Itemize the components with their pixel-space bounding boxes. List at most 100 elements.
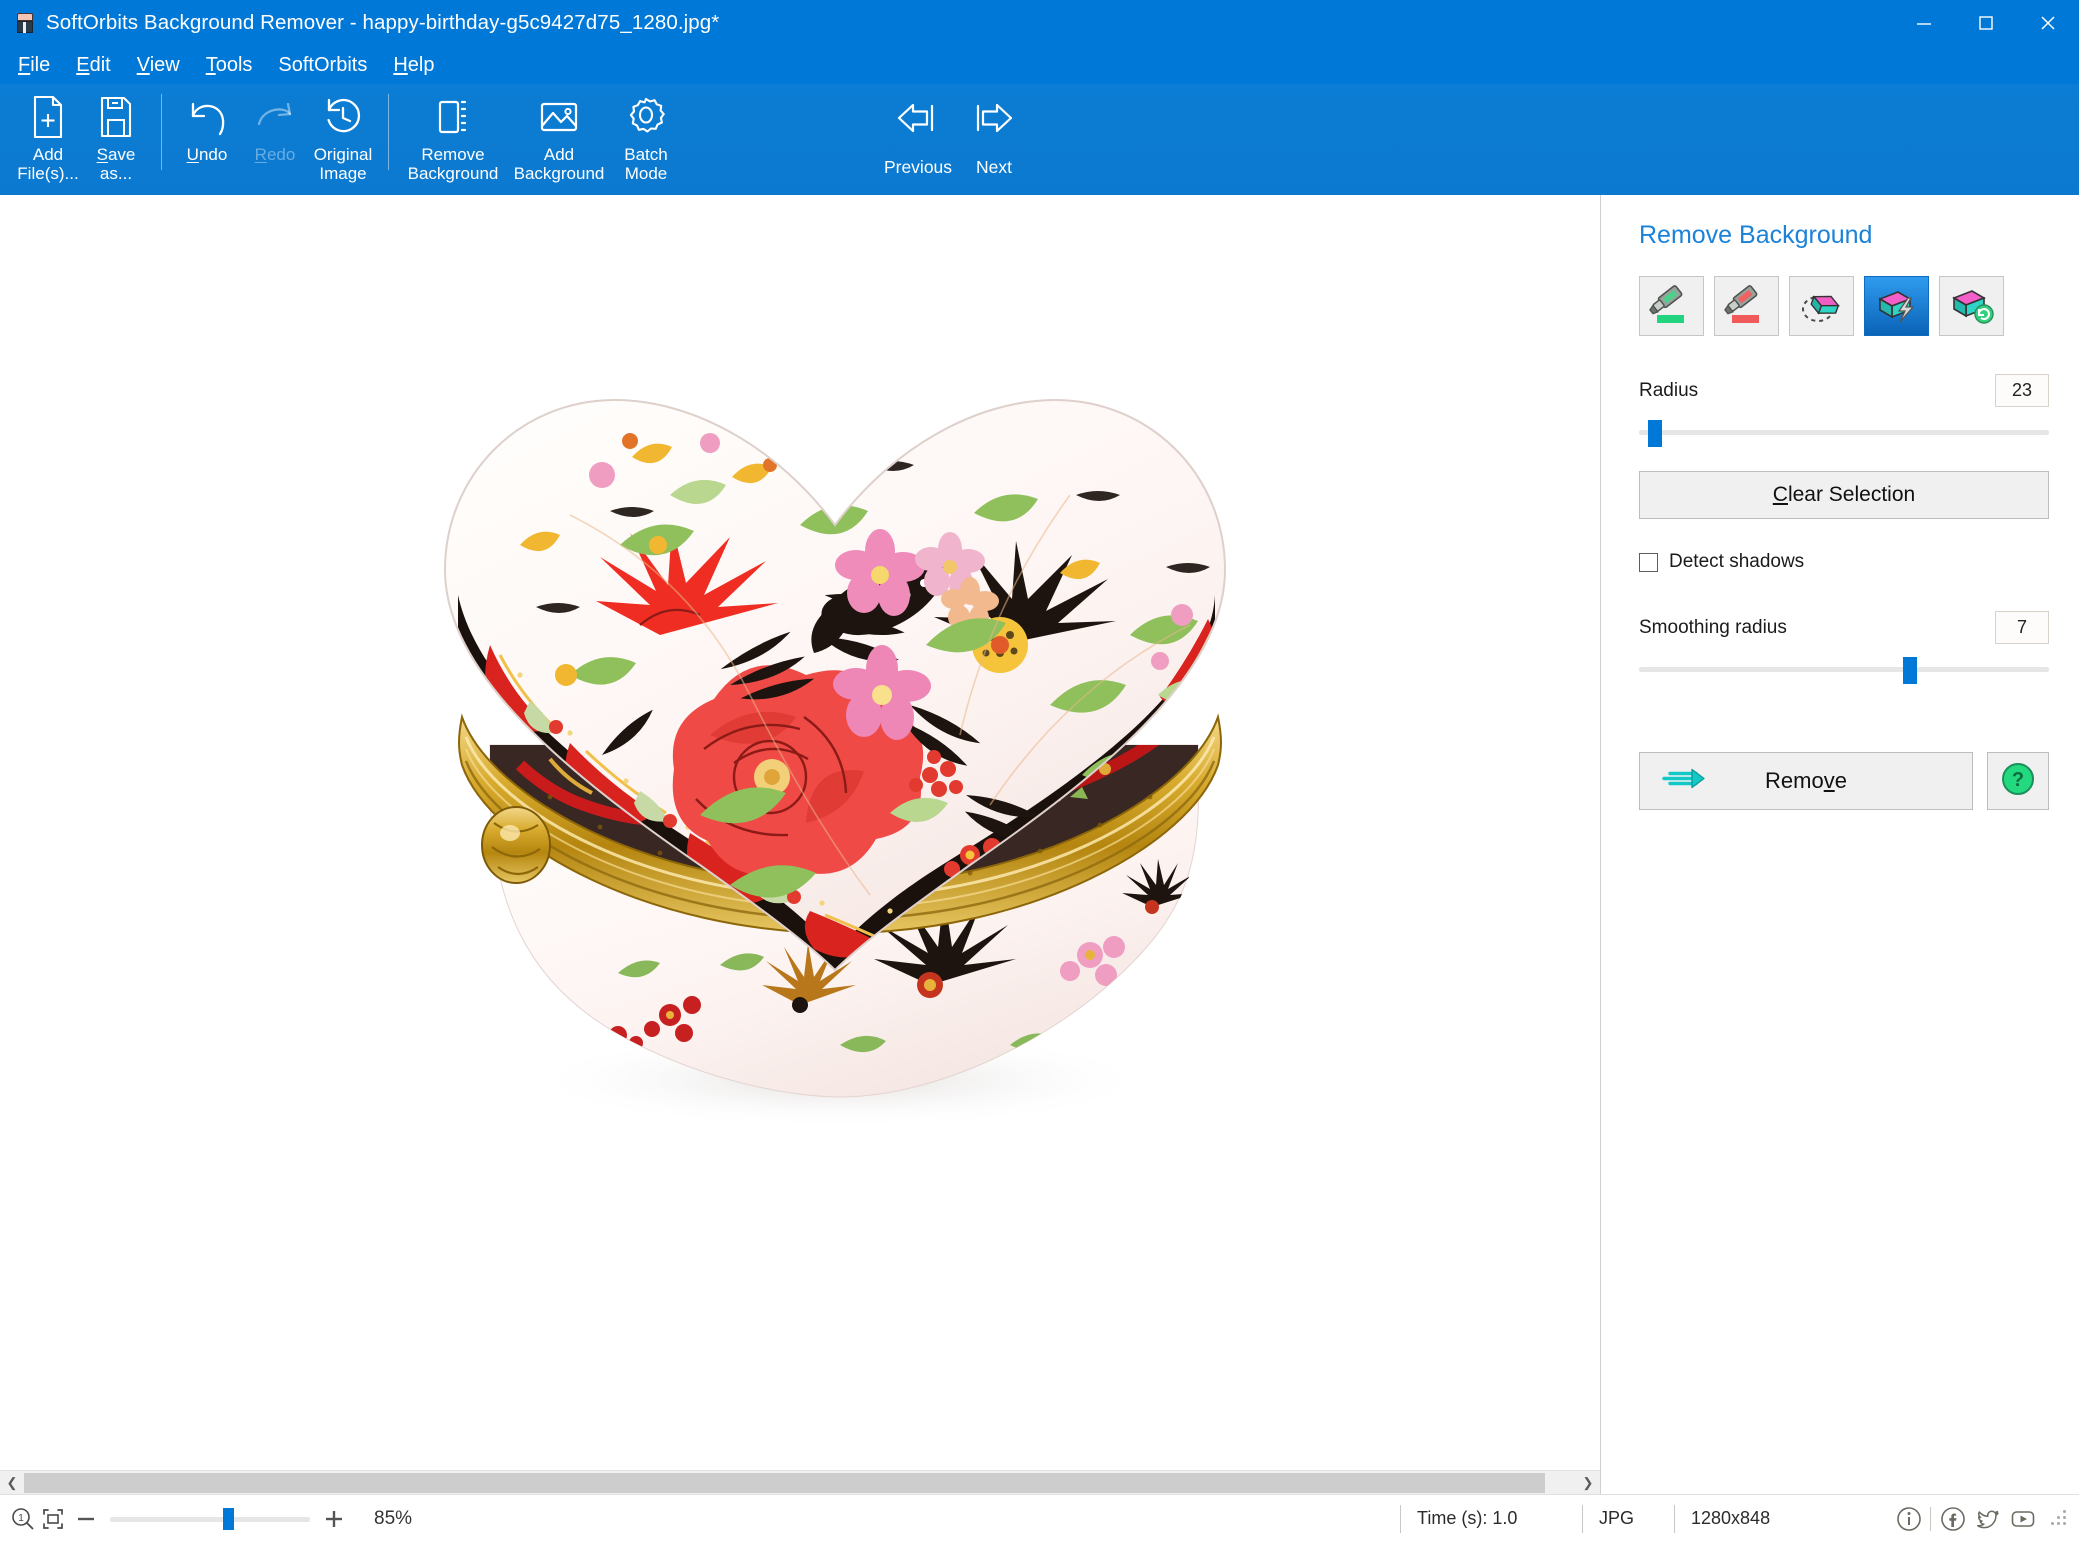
toolbar-save-as-label: Save as...	[96, 145, 136, 183]
menu-item-softorbits[interactable]: SoftOrbits	[278, 54, 367, 77]
zoom-percent-label: 85%	[374, 1507, 413, 1529]
smoothing-radius-slider-track[interactable]	[1639, 667, 2049, 672]
toolbar-add-files-button[interactable]: Add File(s)...	[14, 84, 82, 188]
canvas-horizontal-scrollbar[interactable]: ❮ ❯	[0, 1470, 1600, 1495]
facebook-icon[interactable]	[1936, 1502, 1969, 1535]
toolbar-previous-button[interactable]: Previous	[880, 84, 956, 188]
help-question-icon: ?	[1999, 760, 2037, 803]
add-file-icon	[28, 94, 68, 140]
application-window: SoftOrbits Background Remover - happy-bi…	[0, 0, 2079, 1542]
tool-mark-remove-marker[interactable]	[1714, 276, 1779, 336]
remove-button-label: Remove	[1765, 768, 1847, 793]
radius-label: Radius	[1639, 379, 1699, 401]
heart-trinket-box-image	[370, 345, 1300, 1145]
svg-text:?: ?	[2012, 769, 2024, 791]
menu-item-edit[interactable]: Edit	[76, 54, 110, 77]
menu-item-view[interactable]: View	[137, 54, 180, 77]
action-row: Remove ?	[1639, 752, 2049, 810]
twitter-icon[interactable]	[1971, 1502, 2004, 1535]
cutout-rect-icon	[431, 94, 475, 140]
image-canvas-area: ❮ ❯	[0, 195, 1601, 1495]
smoothing-radius-value-input[interactable]: 7	[1995, 611, 2049, 644]
auto-lightning-icon	[1877, 291, 1914, 323]
menu-item-tools[interactable]: Tools	[206, 54, 253, 77]
zoom-out-button[interactable]	[68, 1504, 104, 1534]
tool-mark-keep-marker[interactable]	[1639, 276, 1704, 336]
selection-tool-row	[1639, 276, 2049, 336]
status-dimensions-label: 1280x848	[1674, 1504, 1822, 1533]
eraser-dashed-icon	[1801, 295, 1840, 322]
radius-value-input[interactable]: 23	[1995, 374, 2049, 407]
tool-refresh-selection[interactable]	[1939, 276, 2004, 336]
chevron-right-icon[interactable]: ❯	[1576, 1471, 1600, 1495]
toolbar-group-history: Undo Redo Original Image	[173, 84, 377, 195]
close-icon[interactable]	[2017, 0, 2079, 46]
radius-slider-thumb[interactable]	[1648, 420, 1663, 447]
fit-to-screen-icon[interactable]	[38, 1504, 68, 1534]
maximize-icon[interactable]	[1955, 0, 2017, 46]
toolbar-save-as-button[interactable]: Save as...	[82, 84, 150, 188]
smoothing-radius-slider[interactable]	[1639, 652, 2049, 686]
radius-field-row: Radius 23	[1639, 374, 2049, 407]
radius-slider[interactable]	[1639, 415, 2049, 449]
toolbar-add-files-label: Add File(s)...	[17, 145, 79, 183]
svg-text:1: 1	[18, 1513, 24, 1524]
youtube-icon[interactable]	[2006, 1502, 2039, 1535]
tool-magic-wand-auto[interactable]	[1864, 276, 1929, 336]
social-links	[1892, 1502, 2039, 1535]
chevron-left-icon[interactable]: ❮	[0, 1471, 24, 1495]
toolbar-redo-label: Redo	[254, 145, 296, 164]
toolbar-divider-1	[161, 94, 162, 170]
detect-shadows-checkbox[interactable]	[1639, 552, 1658, 572]
scrollbar-thumb[interactable]	[24, 1472, 1545, 1493]
detect-shadows-label: Detect shadows	[1669, 551, 1805, 572]
gear-icon	[624, 94, 668, 140]
red-marker-icon	[1723, 285, 1759, 323]
toolbar-add-background-button[interactable]: Add Background	[506, 84, 612, 188]
status-time-label: Time (s): 1.0	[1400, 1504, 1582, 1533]
clear-selection-button[interactable]: Clear Selection	[1639, 471, 2049, 519]
smoothing-radius-slider-thumb[interactable]	[1902, 657, 1917, 684]
toolbar-batch-mode-button[interactable]: Batch Mode	[612, 84, 680, 188]
minimize-icon[interactable]	[1893, 0, 1955, 46]
zoom-slider-track[interactable]	[110, 1516, 310, 1522]
tool-eraser-selection[interactable]	[1789, 276, 1854, 336]
arrow-right-teal-icon	[1662, 766, 1708, 797]
scrollbar-track[interactable]	[24, 1470, 1576, 1495]
help-button[interactable]: ?	[1987, 752, 2049, 810]
menu-bar: File Edit View Tools SoftOrbits Help	[0, 46, 2079, 84]
toolbar-add-background-label: Add Background	[513, 145, 605, 183]
history-clock-icon	[321, 94, 365, 140]
remove-button[interactable]: Remove	[1639, 752, 1973, 810]
clear-selection-wrap: Clear Selection	[1639, 471, 2049, 519]
toolbar-original-image-label: Original Image	[313, 145, 373, 183]
smoothing-radius-field-row: Smoothing radius 7	[1639, 611, 2049, 644]
detect-shadows-row[interactable]: Detect shadows	[1639, 551, 2049, 573]
toolbar-redo-button[interactable]: Redo	[241, 84, 309, 188]
zoom-one-to-one-icon[interactable]: 1	[8, 1504, 38, 1534]
radius-slider-track[interactable]	[1639, 430, 2049, 435]
info-icon[interactable]	[1892, 1502, 1925, 1535]
toolbar-original-image-button[interactable]: Original Image	[309, 84, 377, 188]
toolbar-undo-label: Undo	[186, 145, 228, 164]
window-title: SoftOrbits Background Remover - happy-bi…	[46, 11, 720, 34]
toolbar-remove-background-button[interactable]: Remove Background	[400, 84, 506, 188]
zoom-in-button[interactable]	[316, 1504, 352, 1534]
menu-item-help[interactable]: Help	[393, 54, 434, 77]
toolbar-undo-button[interactable]: Undo	[173, 84, 241, 188]
resize-grip[interactable]	[2051, 1509, 2069, 1528]
zoom-slider-thumb[interactable]	[223, 1507, 234, 1530]
title-bar: SoftOrbits Background Remover - happy-bi…	[0, 0, 2079, 46]
green-marker-icon	[1648, 285, 1684, 323]
toolbar-batch-mode-label: Batch Mode	[624, 145, 668, 183]
status-bar-right: Time (s): 1.0 JPG 1280x848	[1400, 1495, 2069, 1542]
save-disk-icon	[96, 94, 136, 140]
toolbar-group-file: Add File(s)... Save as...	[14, 84, 150, 195]
toolbar-group-navigation: Previous Next	[880, 84, 1032, 188]
zoom-slider[interactable]	[110, 1504, 310, 1534]
toolbar-next-button[interactable]: Next	[956, 84, 1032, 188]
arrow-left-bar-icon	[893, 96, 943, 142]
image-canvas[interactable]	[0, 195, 1600, 1470]
workspace: ❮ ❯ Remove Background Radius 23 C lear S…	[0, 195, 2079, 1495]
menu-item-file[interactable]: File	[18, 54, 50, 77]
